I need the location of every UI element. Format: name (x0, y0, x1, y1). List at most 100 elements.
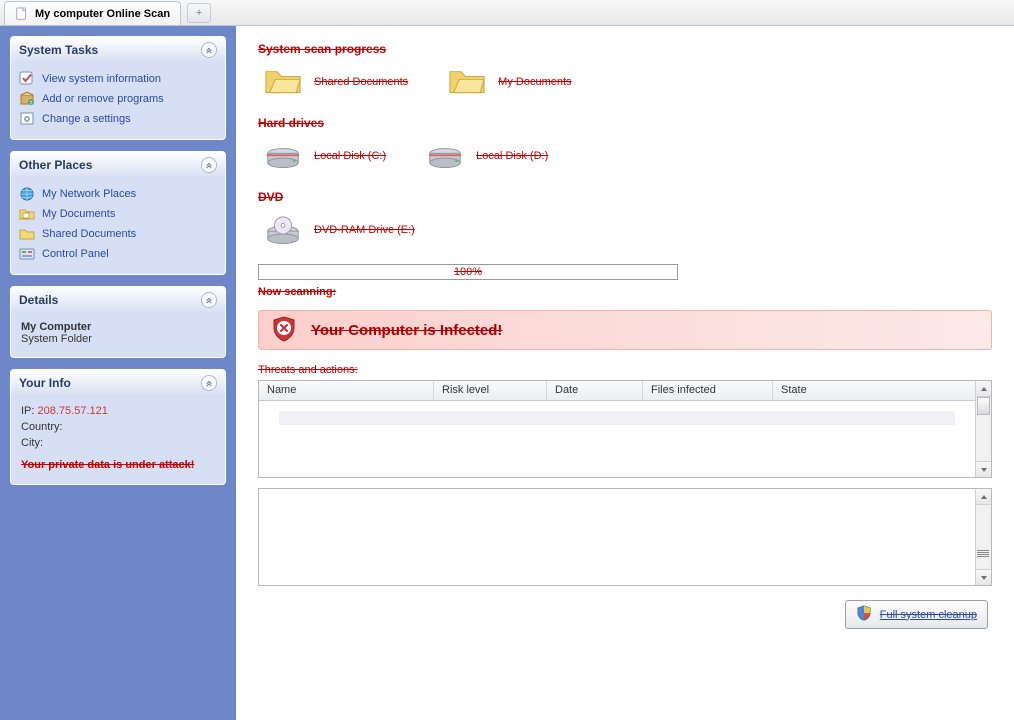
ip-value: 208.75.57.121 (38, 405, 108, 417)
control-panel-icon (19, 246, 35, 262)
item-label: View system information (42, 73, 161, 85)
scrollbar-vertical[interactable] (975, 381, 991, 477)
svg-text:±: ± (30, 100, 33, 106)
item-label: My Network Places (42, 188, 136, 200)
scroll-up-icon[interactable] (976, 489, 991, 505)
shield-x-icon (271, 316, 297, 345)
scroll-track[interactable] (976, 505, 991, 569)
sidebar-item-network-places[interactable]: My Network Places (19, 184, 217, 204)
panel-header-your-info[interactable]: Your Info (11, 370, 225, 396)
scan-item-shared-documents[interactable]: Shared Documents (264, 66, 408, 98)
col-header-state[interactable]: State (773, 381, 991, 400)
hard-drive-icon (426, 140, 464, 172)
scroll-down-icon[interactable] (976, 569, 991, 585)
sidebar: System Tasks View system information ± A… (0, 26, 236, 720)
shield-icon (856, 605, 872, 624)
scroll-up-icon[interactable] (976, 381, 991, 397)
heading-scan-progress: System scan progress (258, 42, 992, 56)
heading-hard-drives: Hard drives (258, 116, 992, 130)
main-content: System scan progress Shared Documents My… (236, 26, 1014, 720)
scroll-thumb[interactable] (977, 397, 990, 415)
scan-item-label: DVD-RAM Drive (E:) (314, 224, 415, 236)
chevron-up-icon[interactable] (201, 42, 217, 58)
table-row (279, 411, 955, 425)
settings-icon (19, 111, 35, 127)
panel-header-details[interactable]: Details (11, 287, 225, 313)
col-header-files[interactable]: Files infected (643, 381, 773, 400)
table-body (259, 401, 991, 477)
folder-open-icon (19, 226, 35, 242)
package-icon: ± (19, 91, 35, 107)
new-tab-button[interactable]: + (187, 3, 211, 23)
details-type: System Folder (21, 333, 215, 345)
now-scanning-label: Now scanning: (258, 286, 992, 298)
threats-table: Name Risk level Date Files infected Stat… (258, 380, 992, 478)
page-icon (15, 7, 29, 21)
sidebar-item-control-panel[interactable]: Control Panel (19, 244, 217, 264)
scan-item-label: My Documents (498, 76, 571, 88)
chevron-up-icon[interactable] (201, 292, 217, 308)
col-header-risk[interactable]: Risk level (434, 381, 547, 400)
panel-system-tasks: System Tasks View system information ± A… (10, 36, 226, 140)
item-label: Shared Documents (42, 228, 136, 240)
plus-icon: + (196, 7, 202, 19)
alert-text: Your Computer is Infected! (311, 322, 502, 339)
sidebar-item-my-documents[interactable]: My Documents (19, 204, 217, 224)
scan-row-drives: Local Disk (C:) Local Disk (D:) (264, 140, 992, 172)
browser-tab-bar: My computer Online Scan + (0, 0, 1014, 26)
dvd-drive-icon (264, 214, 302, 246)
scan-item-label: Local Disk (D:) (476, 150, 548, 162)
folder-doc-icon (19, 206, 35, 222)
item-label: Control Panel (42, 248, 109, 260)
network-globe-icon (19, 186, 35, 202)
scan-item-dvd-ram[interactable]: DVD-RAM Drive (E:) (264, 214, 415, 246)
panel-header-system-tasks[interactable]: System Tasks (11, 37, 225, 63)
tab-label: My computer Online Scan (35, 8, 170, 20)
panel-title: Your Info (19, 376, 71, 390)
chevron-up-icon[interactable] (201, 157, 217, 173)
scan-item-label: Local Disk (C:) (314, 150, 386, 162)
info-city: City: (21, 436, 215, 452)
panel-details: Details My Computer System Folder (10, 286, 226, 358)
scan-row-documents: Shared Documents My Documents (264, 66, 992, 98)
scrollbar-vertical[interactable] (975, 489, 991, 585)
item-label: Change a settings (42, 113, 131, 125)
tab-active[interactable]: My computer Online Scan (4, 1, 181, 25)
grip-icon (977, 545, 989, 561)
panel-header-other-places[interactable]: Other Places (11, 152, 225, 178)
col-header-date[interactable]: Date (547, 381, 643, 400)
scan-item-local-d[interactable]: Local Disk (D:) (426, 140, 548, 172)
info-country: Country: (21, 420, 215, 436)
scan-item-local-c[interactable]: Local Disk (C:) (264, 140, 386, 172)
folder-icon (264, 66, 302, 98)
threats-label: Threats and actions: (258, 364, 992, 376)
cleanup-label: Full system cleanup (880, 609, 977, 621)
panel-title: Other Places (19, 158, 92, 172)
ip-label: IP: (21, 405, 34, 417)
full-system-cleanup-button[interactable]: Full system cleanup (845, 600, 988, 629)
col-header-name[interactable]: Name (259, 381, 434, 400)
info-warning: Your private data is under attack! (21, 458, 215, 474)
sidebar-item-change-settings[interactable]: Change a settings (19, 109, 217, 129)
info-ip-row: IP: 208.75.57.121 (21, 404, 215, 420)
details-name: My Computer (21, 321, 215, 333)
sidebar-item-add-remove-programs[interactable]: ± Add or remove programs (19, 89, 217, 109)
scan-row-dvd: DVD-RAM Drive (E:) (264, 214, 992, 246)
scroll-track[interactable] (976, 397, 991, 461)
chevron-up-icon[interactable] (201, 375, 217, 391)
info-check-icon (19, 71, 35, 87)
folder-icon (448, 66, 486, 98)
panel-title: Details (19, 293, 58, 307)
scan-item-label: Shared Documents (314, 76, 408, 88)
scroll-down-icon[interactable] (976, 461, 991, 477)
panel-other-places: Other Places My Network Places My Docume (10, 151, 226, 275)
item-label: My Documents (42, 208, 115, 220)
sidebar-item-view-system-info[interactable]: View system information (19, 69, 217, 89)
actions-panel (258, 488, 992, 586)
item-label: Add or remove programs (42, 93, 164, 105)
sidebar-item-shared-documents[interactable]: Shared Documents (19, 224, 217, 244)
scan-item-my-documents[interactable]: My Documents (448, 66, 571, 98)
hard-drive-icon (264, 140, 302, 172)
progress-text: 100% (454, 266, 482, 278)
panel-your-info: Your Info IP: 208.75.57.121 Country: Cit… (10, 369, 226, 485)
